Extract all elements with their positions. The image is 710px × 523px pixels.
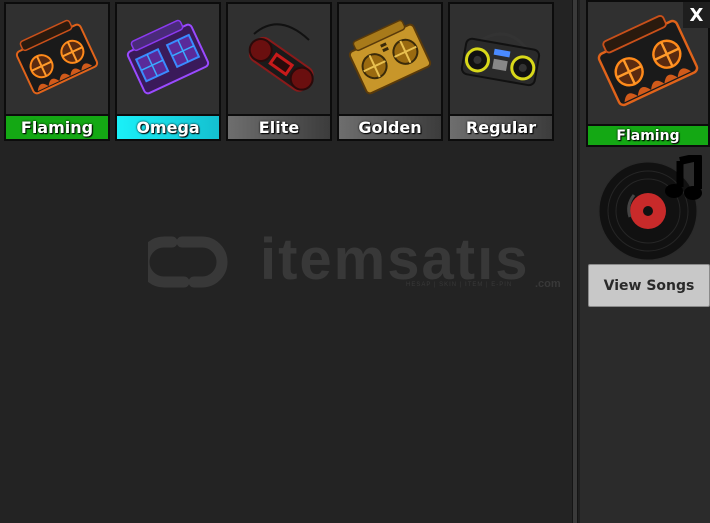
boombox-golden-image	[339, 4, 441, 114]
watermark: itemsatıs HESAP | SKIN | ITEM | E-PIN .c…	[148, 227, 568, 298]
inventory-panel: Flaming Omega Elite Golden Regular items…	[0, 0, 572, 523]
view-songs-button[interactable]: View Songs	[588, 264, 710, 307]
boombox-regular-image	[450, 4, 552, 114]
item-label-flaming: Flaming	[6, 114, 108, 139]
item-label-omega: Omega	[117, 114, 219, 139]
music-disc-icon	[598, 155, 702, 261]
item-card-regular[interactable]: Regular	[448, 2, 554, 141]
watermark-link-icon	[148, 236, 228, 288]
boombox-elite-image	[228, 4, 330, 114]
item-card-golden[interactable]: Golden	[337, 2, 443, 141]
scrollbar-thumb[interactable]	[573, 0, 577, 523]
selected-panel: Flaming	[580, 0, 710, 523]
selected-item-label: Flaming	[588, 124, 708, 145]
boombox-omega-image	[117, 4, 219, 114]
item-card-flaming[interactable]: Flaming	[4, 2, 110, 141]
watermark-subtext: HESAP | SKIN | ITEM | E-PIN	[406, 282, 513, 288]
item-label-regular: Regular	[450, 114, 552, 139]
close-button[interactable]: X	[683, 2, 710, 28]
item-label-golden: Golden	[339, 114, 441, 139]
item-label-elite: Elite	[228, 114, 330, 139]
item-card-elite[interactable]: Elite	[226, 2, 332, 141]
watermark-domain: .com	[535, 278, 561, 290]
boombox-flaming-image	[6, 4, 108, 114]
item-card-omega[interactable]: Omega	[115, 2, 221, 141]
